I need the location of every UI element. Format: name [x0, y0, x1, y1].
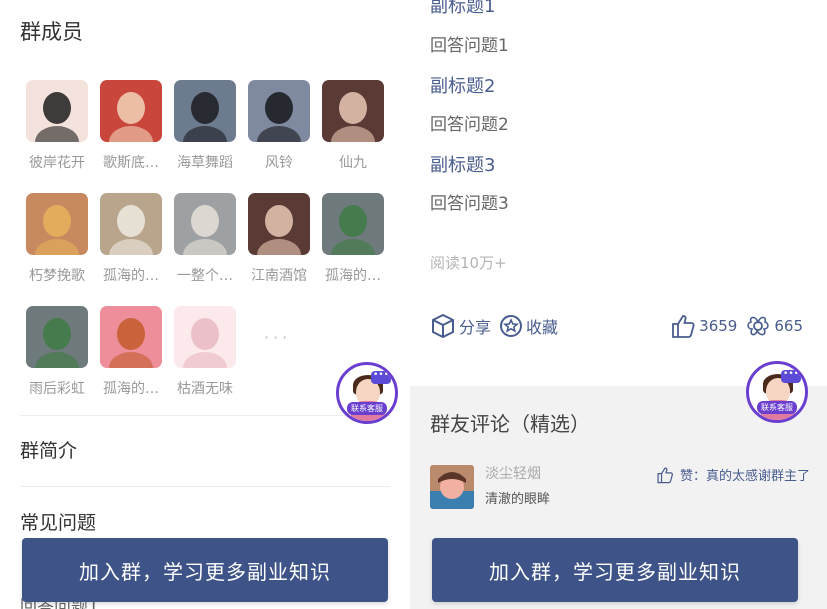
share-label: 分享 [459, 318, 492, 337]
qa-subtitle: 副标题2 [430, 76, 496, 97]
qa-subtitle: 副标题1 [430, 0, 496, 17]
member-avatar [100, 80, 162, 142]
comment-item: 淡尘轻烟 清澈的眼眸 赞：真的太感谢群主了 [430, 463, 810, 511]
member-item[interactable]: 朽梦挽歌 [20, 193, 94, 285]
chat-bubble-icon: ••• [781, 370, 801, 383]
member-name: 孤海的… [325, 268, 381, 284]
comment-like-text: 赞：真的太感谢群主了 [679, 469, 810, 484]
article-stats: 3659 665 [662, 313, 803, 339]
member-name: 彼岸花开 [29, 155, 85, 171]
member-name: 孤海的… [103, 381, 159, 397]
member-item[interactable]: 江南酒馆 [242, 193, 316, 285]
favorite-button[interactable]: 收藏 [499, 314, 558, 338]
member-avatar [174, 193, 236, 255]
favorite-label: 收藏 [526, 318, 559, 337]
rewards-count: 665 [774, 317, 803, 335]
member-name: 雨后彩虹 [29, 381, 85, 397]
read-count: 阅读10万+ [430, 254, 507, 272]
faq-comments-panel: 副标题1 回答问题1 副标题2 回答问题2 副标题3 回答问题3 阅读10万+ … [410, 0, 827, 609]
member-avatar [100, 193, 162, 255]
commenter-avatar [430, 465, 474, 509]
qa-subtitle: 副标题3 [430, 155, 496, 176]
member-item[interactable]: 歌斯底… [94, 80, 168, 172]
group-intro-row[interactable]: 群简介 [20, 436, 77, 463]
thumbs-up-icon [657, 466, 673, 483]
share-button[interactable]: 分享 [430, 313, 491, 339]
member-avatar [248, 193, 310, 255]
service-label: 联系客服 [347, 402, 387, 415]
member-item[interactable]: 仙九 [316, 80, 390, 172]
member-item[interactable]: 彼岸花开 [20, 80, 94, 172]
member-item[interactable]: 海草舞蹈 [168, 80, 242, 172]
comment-text: 清澈的眼眸 [485, 492, 551, 507]
member-name: 朽梦挽歌 [29, 268, 85, 284]
members-title: 群成员 [20, 20, 83, 44]
member-item[interactable]: 孤海的… [316, 193, 390, 285]
article-actions: 分享 收藏 [430, 313, 566, 339]
member-avatar [26, 306, 88, 368]
service-label: 联系客服 [757, 401, 797, 414]
chat-bubble-icon: ••• [371, 371, 391, 384]
member-avatar [100, 306, 162, 368]
member-avatar [174, 306, 236, 368]
member-name: 歌斯底… [103, 155, 159, 171]
member-name: 枯酒无味 [177, 381, 233, 397]
qa-answer: 回答问题2 [430, 115, 509, 135]
member-name: 仙九 [339, 155, 367, 171]
divider [20, 486, 390, 487]
qa-answer: 回答问题1 [430, 36, 509, 56]
gift-knot-icon [747, 316, 770, 336]
member-avatar [248, 80, 310, 142]
contact-service-button[interactable]: ••• 联系客服 [336, 362, 398, 424]
member-item[interactable]: 风铃 [242, 80, 316, 172]
like-button[interactable]: 3659 [670, 313, 737, 339]
member-avatar [322, 193, 384, 255]
join-group-button[interactable]: 加入群，学习更多副业知识 [432, 538, 798, 602]
divider [20, 415, 390, 416]
member-item[interactable]: 雨后彩虹 [20, 306, 94, 398]
reward-button[interactable]: 665 [745, 313, 803, 339]
member-name: 风铃 [265, 155, 293, 171]
thumbs-up-icon [672, 315, 695, 338]
likes-count: 3659 [699, 317, 738, 335]
member-item[interactable]: 孤海的… [94, 306, 168, 398]
contact-service-button[interactable]: ••• 联系客服 [746, 361, 808, 423]
member-avatar [26, 193, 88, 255]
member-item[interactable]: 孤海的… [94, 193, 168, 285]
star-badge-icon [500, 315, 523, 337]
member-name: 江南酒馆 [251, 268, 307, 284]
faq-row[interactable]: 常见问题 [20, 508, 96, 535]
qa-answer: 回答问题3 [430, 194, 509, 214]
member-item[interactable]: 一整个… [168, 193, 242, 285]
comments-title: 群友评论（精选） [430, 412, 590, 436]
commenter-name: 淡尘轻烟 [485, 466, 541, 482]
comment-like-button[interactable]: 赞：真的太感谢群主了 [656, 465, 810, 484]
more-members-button[interactable]: ··· [264, 328, 291, 347]
member-name: 海草舞蹈 [177, 155, 233, 171]
member-avatar [26, 80, 88, 142]
member-name: 孤海的… [103, 268, 159, 284]
member-item[interactable]: 枯酒无味 [168, 306, 242, 398]
group-members-panel: 群成员 彼岸花开 歌斯底… 海草舞蹈 风铃 仙九 朽梦挽歌 孤海的… 一整个… 江南酒馆 孤海的…… [0, 0, 410, 609]
member-avatar [174, 80, 236, 142]
member-name: 一整个… [177, 268, 233, 284]
member-avatar [322, 80, 384, 142]
join-group-button[interactable]: 加入群，学习更多副业知识 [22, 538, 388, 602]
commenter-avatar-image [430, 465, 474, 509]
cube-share-icon [432, 313, 454, 339]
